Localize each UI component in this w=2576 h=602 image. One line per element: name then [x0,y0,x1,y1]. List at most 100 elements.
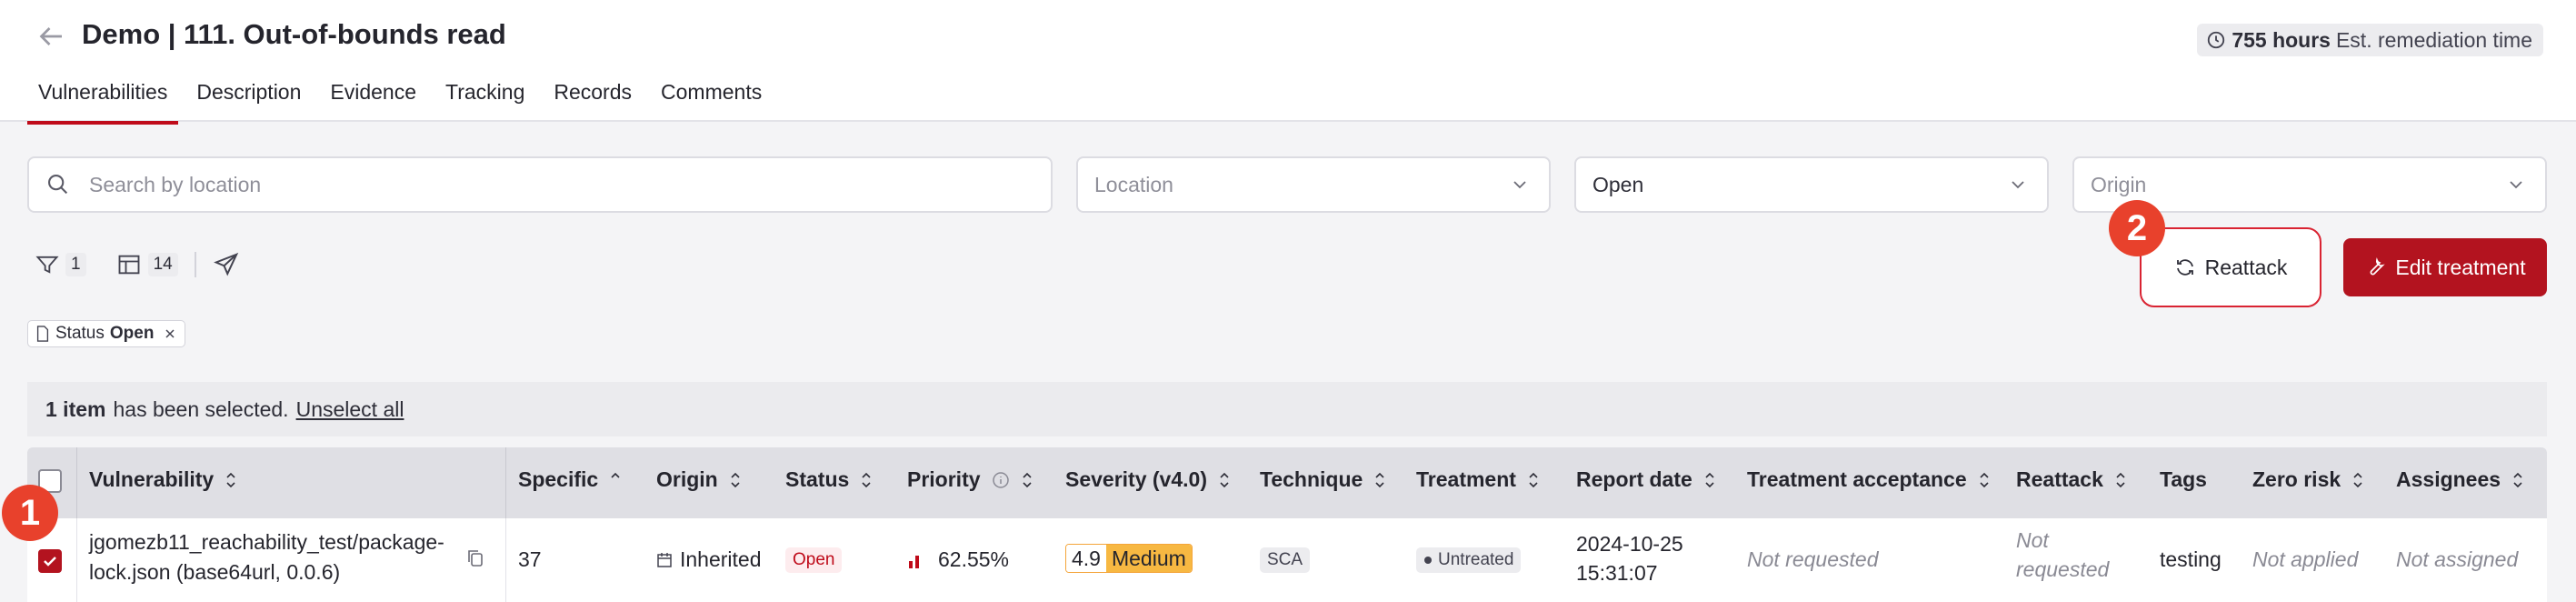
search-input[interactable]: Search by location [27,156,1053,213]
reattack-status-line2: requested [2016,557,2110,581]
back-arrow-icon[interactable] [35,20,67,53]
column-header-treatment-acceptance[interactable]: Treatment acceptance [1747,467,1991,492]
filter-chip-name: Status [55,324,105,343]
severity-cell: 4.9 Medium [1065,544,1193,573]
column-header-technique[interactable]: Technique [1260,467,1386,492]
copy-icon[interactable] [465,547,485,569]
column-header-treatment[interactable]: Treatment [1416,467,1540,492]
column-header-specific[interactable]: Specific [518,467,622,492]
specific-cell: 37 [518,547,542,571]
wrench-icon [2371,257,2386,276]
refresh-icon [2176,259,2193,276]
sort-icon [862,472,871,487]
filter-count: 1 [65,253,86,276]
location-placeholder: Location [1094,172,1173,196]
checkmark-icon [44,557,56,567]
sort-icon [1375,472,1384,487]
step-marker-1: 1 [2,485,58,541]
location-select[interactable]: Location [1076,156,1551,213]
column-header-tags[interactable]: Tags [2160,467,2207,492]
sort-icon [2116,472,2125,487]
tab-vulnerabilities[interactable]: Vulnerabilities [27,76,179,125]
column-header-origin[interactable]: Origin [656,467,742,492]
sort-icon [1980,472,1989,487]
tab-evidence[interactable]: Evidence [319,76,427,125]
chevron-down-icon [2510,181,2522,189]
column-header-assignees[interactable]: Assignees [2396,467,2524,492]
clock-icon [2208,31,2225,49]
reattack-button[interactable]: Reattack [2140,227,2321,307]
column-label: Vulnerability [89,467,215,491]
close-icon[interactable] [163,326,177,341]
origin-value: Inherited [680,547,762,571]
column-label: Tags [2160,467,2207,491]
treatment-acceptance-cell: Not requested [1747,547,1879,571]
tab-comments[interactable]: Comments [650,76,773,125]
active-filter-chip: Status Open [27,320,186,347]
filter-chip-value: Open [109,324,155,343]
page-header: Demo | 111. Out-of-bounds read 755 hours… [0,0,2576,125]
treatment-badge: Untreated [1416,547,1522,573]
priority-bars-icon [909,555,919,568]
column-label: Treatment acceptance [1747,467,1967,491]
info-icon [992,471,1009,488]
table-toolbar: 1 14 [35,251,240,278]
row-checkbox[interactable] [38,549,62,573]
columns-button[interactable]: 14 [115,252,178,277]
origin-placeholder: Origin [2091,172,2147,196]
technique-badge: SCA [1260,547,1311,573]
calendar-icon [657,552,672,567]
status-badge: Open [785,547,843,573]
edit-treatment-label: Edit treatment [2395,255,2526,279]
status-cell: Open [785,546,843,573]
reattack-label: Reattack [2204,255,2288,279]
sort-icon [2353,472,2362,487]
table-row[interactable]: jgomezb11_reachability_test/package- loc… [27,518,2547,602]
tags-cell: testing [2160,547,2222,571]
send-icon[interactable] [213,251,240,278]
sort-icon [1220,472,1229,487]
column-label: Assignees [2396,467,2501,491]
tab-tracking[interactable]: Tracking [434,76,535,125]
sort-icon [2513,472,2522,487]
columns-icon [118,255,140,275]
column-label: Priority [907,467,981,491]
column-header-reattack[interactable]: Reattack [2016,467,2127,492]
tab-description[interactable]: Description [185,76,312,125]
column-label: Treatment [1416,467,1516,491]
vulnerability-cell: jgomezb11_reachability_test/package- loc… [89,527,444,587]
tab-records[interactable]: Records [543,76,643,125]
search-placeholder: Search by location [89,172,262,196]
treatment-cell: Untreated [1416,546,1522,573]
priority-value: 62.55% [938,547,1010,571]
sort-icon [1529,472,1538,487]
treatment-value: Untreated [1438,550,1514,569]
column-header-zero-risk[interactable]: Zero risk [2252,467,2364,492]
unselect-all-link[interactable]: Unselect all [296,397,404,422]
column-header-severity[interactable]: Severity (v4.0) [1065,467,1231,492]
column-header-report-date[interactable]: Report date [1576,467,1716,492]
filter-button[interactable]: 1 [35,252,86,277]
document-icon [36,326,49,342]
vulnerability-package: lock.json (base64url, 0.0.6) [89,560,341,584]
chevron-down-icon [1513,181,1526,189]
sort-icon [1022,472,1032,487]
column-header-priority[interactable]: Priority [907,467,1033,492]
severity-score: 4.9 [1066,545,1106,572]
page-title: Demo | 111. Out-of-bounds read [82,18,506,50]
columns-count: 14 [147,253,178,276]
column-label: Status [785,467,850,491]
column-divider [76,447,77,518]
column-header-vulnerability[interactable]: Vulnerability [89,467,237,492]
edit-treatment-button[interactable]: Edit treatment [2343,238,2547,296]
column-label: Specific [518,467,599,491]
column-divider [76,518,77,602]
chevron-down-icon [2012,181,2024,189]
column-label: Severity (v4.0) [1065,467,1207,491]
origin-cell: Inherited [656,547,762,572]
sort-asc-icon [611,472,620,478]
column-header-status[interactable]: Status [785,467,873,492]
status-select[interactable]: Open [1574,156,2049,213]
selected-text: has been selected. [113,396,289,421]
tab-bar: Vulnerabilities Description Evidence Tra… [27,76,780,125]
